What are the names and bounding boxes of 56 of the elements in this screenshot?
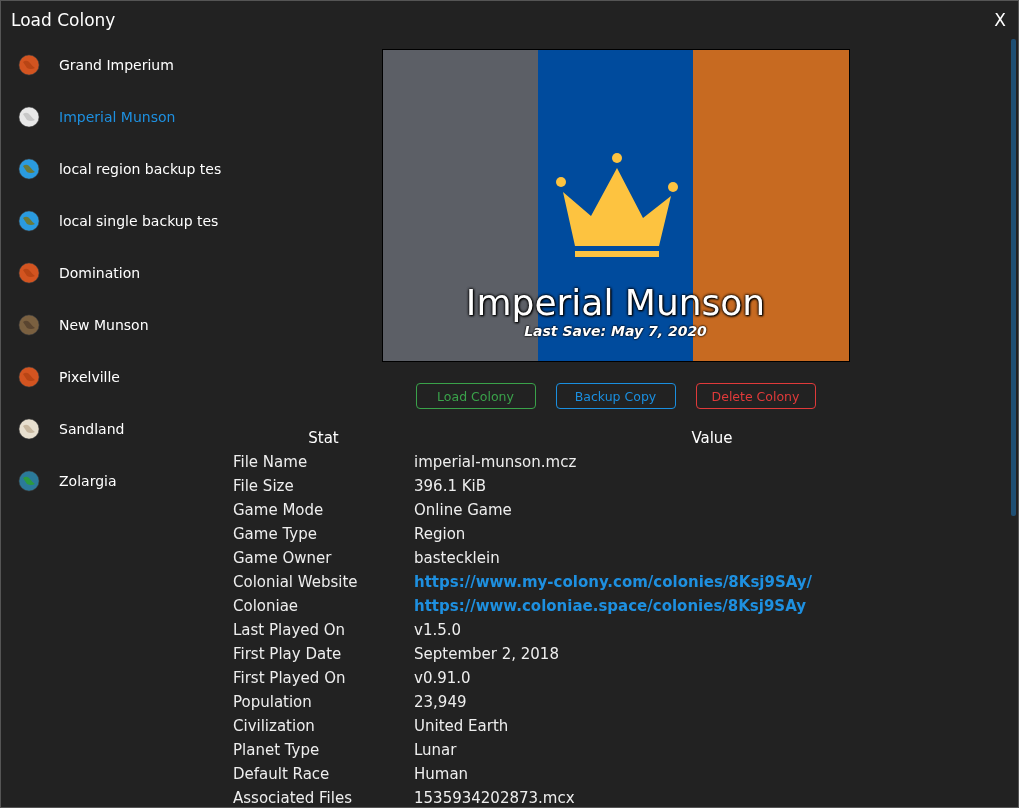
action-button[interactable]: Backup Copy [555, 383, 676, 409]
stat-value: bastecklein [414, 548, 501, 569]
planet-icon [18, 106, 40, 128]
colony-item[interactable]: local single backup tes [59, 213, 219, 229]
stat-name: Game Mode [233, 500, 325, 521]
colony-item[interactable]: Pixelville [59, 369, 120, 385]
colony-item[interactable]: local region backup tes [58, 161, 221, 177]
planet-icon [18, 210, 40, 232]
stat-name: First Play Date [233, 644, 343, 665]
stat-value: imperial-munson.mcz [414, 452, 578, 473]
column-header: Stat [307, 428, 340, 449]
stat-name: File Name [233, 452, 309, 473]
stat-name: Planet Type [233, 740, 321, 761]
window-title: Load Colony [11, 10, 116, 30]
stat-value: 396.1 KiB [414, 476, 487, 497]
scrollbar-thumb[interactable] [1011, 39, 1016, 516]
colony-item[interactable]: Imperial Munson [59, 109, 176, 125]
stat-value: United Earth [414, 716, 510, 737]
stat-value: Human [414, 764, 470, 785]
stat-value: 1535934202873.mcx [414, 788, 576, 807]
planet-icon [18, 158, 40, 180]
planet-icon [18, 470, 40, 492]
stat-name: Civilization [233, 716, 316, 737]
stat-name: Population [233, 692, 313, 713]
column-header: Value [690, 428, 734, 449]
stat-name: File Size [233, 476, 295, 497]
stat-name: First Played On [233, 668, 347, 689]
colony-item[interactable]: Domination [59, 265, 141, 281]
colony-item[interactable]: Grand Imperium [59, 57, 174, 73]
stat-name: Colonial Website [233, 572, 359, 593]
link[interactable]: https://www.coloniae.space/colonies/8Ksj9SAy [414, 594, 1010, 618]
action-button[interactable]: Delete Colony [695, 383, 816, 409]
link[interactable]: https://www.my-colony.com/colonies/8Ksj9SAy/ [414, 570, 1010, 594]
colony-item[interactable]: Zolargia [59, 473, 117, 489]
stat-value: September 2, 2018 [414, 644, 560, 665]
planet-icon [18, 54, 40, 76]
close-button[interactable]: X [990, 10, 1010, 30]
planet-icon [18, 366, 40, 388]
stat-value: v0.91.0 [414, 668, 472, 689]
planet-icon [18, 262, 40, 284]
colony-item[interactable]: New Munson [59, 317, 149, 333]
stat-name: Coloniae [233, 596, 300, 617]
colony-item[interactable]: Sandland [59, 421, 125, 437]
stat-value: Region [414, 524, 467, 545]
stat-value: Lunar [414, 740, 458, 761]
stat-name: Associated Files [233, 788, 353, 807]
stat-name: Last Played On [233, 620, 347, 641]
action-button[interactable]: Load Colony [415, 383, 536, 409]
planet-icon [18, 314, 40, 336]
stat-name: Default Race [233, 764, 331, 785]
stat-name: Game Type [233, 524, 318, 545]
stat-value: Online Game [414, 500, 513, 521]
stat-value: v1.5.0 [414, 620, 463, 641]
planet-icon [18, 418, 40, 440]
stat-name: Game Owner [233, 548, 333, 569]
stat-value: 23,949 [414, 692, 468, 713]
